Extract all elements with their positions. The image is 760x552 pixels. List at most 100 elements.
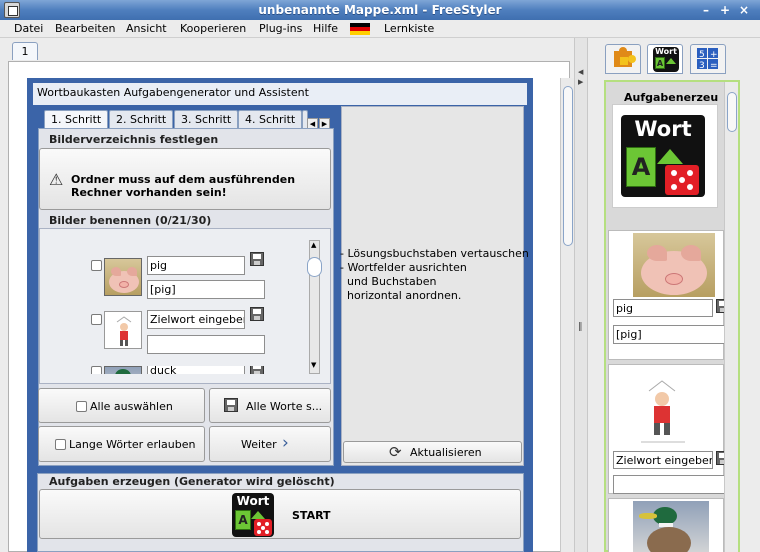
generate-group-title: Aufgaben erzeugen (Generator wird gelösc… [49,475,335,488]
menu-lernkiste[interactable]: Lernkiste [384,22,434,35]
menu-hilfe[interactable]: Hilfe [313,22,338,35]
choose-directory-button[interactable]: ⚠ Ordner muss auf dem ausführenden Rechn… [39,148,331,210]
pig-checkbox[interactable] [91,260,102,271]
refresh-label: Aktualisieren [410,446,482,459]
maximize-icon[interactable]: + [717,2,733,18]
dir-group-title: Bilderverzeichnis festlegen [49,133,219,146]
title-bar: unbenannte Mappe.xml - FreeStyler – + × [0,0,760,20]
german-flag-icon[interactable] [350,23,370,35]
sidebar-pig-tagged-field[interactable]: [pig] [613,325,724,344]
duck-save-icon[interactable] [250,366,264,374]
window-title: unbenannte Mappe.xml - FreeStyler [258,3,502,17]
sidebar-pig-word-field[interactable]: pig [613,299,713,317]
note-line-1: - Lösungsbuchstaben vertauschen [340,247,529,260]
sidebar-pig-save-icon[interactable] [716,299,724,313]
folder-warning-icon: ⚠ [49,170,64,189]
select-all-checkbox[interactable] [76,401,87,412]
tab-step-1[interactable]: 1. Schritt [44,110,109,128]
sidebar-figure-drawing-icon [641,380,685,443]
select-all-button[interactable]: Alle auswählen [38,388,205,423]
canvas-scrollbar[interactable] [560,78,574,552]
figure-drawing-icon [116,316,132,346]
pig-thumbnail [104,258,142,296]
figure-thumbnail [104,311,142,349]
close-icon[interactable]: × [736,2,752,18]
pig-tagged-field[interactable]: [pig] [147,280,265,299]
refresh-button[interactable]: ⟳ Aktualisieren [343,441,522,463]
tab-step-4[interactable]: 4. Schritt [238,110,303,128]
menu-datei[interactable]: Datei [14,22,43,35]
tab-puzzle[interactable] [605,44,641,74]
long-words-button[interactable]: Lange Wörter erlauben [38,426,205,462]
long-words-label: Lange Wörter erlauben [69,438,196,451]
image-list [39,228,331,384]
wort-tab-icon: Wort A [653,47,679,72]
tab-step-3[interactable]: 3. Schritt [174,110,239,128]
panel-title: Wortbaukasten Aufgabengenerator und Assi… [33,83,527,105]
dir-message-line1: Ordner muss auf dem ausführenden [71,173,296,186]
pig-word-field[interactable]: pig [147,256,245,275]
logo-letter: A [235,510,251,530]
menu-bearbeiten[interactable]: Bearbeiten [55,22,115,35]
duck-thumbnail [104,366,142,374]
start-button[interactable]: Wort A START [39,489,521,539]
menu-ansicht[interactable]: Ansicht [126,22,167,35]
tab-wortbaukasten[interactable]: Wort A [647,44,683,74]
note-line-2: - Wortfelder ausrichten [340,261,467,274]
puzzle-icon [614,47,636,67]
tab-step-2[interactable]: 2. Schritt [109,110,174,128]
sidebar-duck-item[interactable] [608,498,724,552]
figure-tagged-field[interactable] [147,335,265,354]
splitter-grip-icon[interactable]: ‖ [578,322,583,332]
menu-bar: Datei Bearbeiten Ansicht Kooperieren Plu… [0,20,760,38]
save-all-icon [224,398,238,412]
sidebar-pig-image [633,233,715,297]
collapse-left-icon[interactable]: ◀ [578,68,583,76]
long-words-checkbox[interactable] [55,439,66,450]
save-all-words-button[interactable]: Alle Worte s... [209,388,331,423]
panel-splitter[interactable]: ◀ ▶ ‖ [574,38,588,552]
sidebar-list-viewport: Aufgabenerzeu Wort A pig [pig] Zielwort … [608,82,724,552]
names-group-title: Bilder benennen (0/21/30) [49,214,212,227]
list-scroll-up-icon[interactable]: ▲ [311,241,316,249]
pig-save-icon[interactable] [250,252,264,266]
dir-message-line2: Rechner vorhanden sein! [71,186,227,199]
refresh-icon: ⟳ [389,443,402,461]
sidebar-pig-item[interactable]: pig [pig] [608,230,724,360]
duck-row-clip: duck [88,366,308,374]
svg-text:+: + [710,50,718,60]
list-scroll-down-icon[interactable]: ▼ [311,361,316,369]
sidebar-figure-tagged-field[interactable] [613,475,724,494]
menu-kooperieren[interactable]: Kooperieren [180,22,246,35]
figure-save-icon[interactable] [250,307,264,321]
sidebar-scroll-thumb[interactable] [727,92,737,132]
svg-text:=: = [710,61,718,71]
sidebar-figure-item[interactable]: Zielwort eingeben [608,364,724,494]
next-button[interactable]: Weiter › [209,426,331,462]
minimize-icon[interactable]: – [698,2,714,18]
tab-math[interactable]: 5 + 3 = [690,44,726,74]
document-tab-1[interactable]: 1 [12,42,38,60]
chevron-right-icon: › [282,433,289,453]
list-scroll-thumb[interactable] [307,257,322,277]
sidebar-generator-item[interactable]: Wort A [612,104,718,208]
canvas-scroll-thumb[interactable] [563,86,573,246]
sidebar-figure-word-field[interactable]: Zielwort eingeben [613,451,713,469]
duck-word-field[interactable]: duck [147,366,245,374]
sidebar-figure-save-icon[interactable] [716,451,724,465]
sidebar-duck-image [633,501,709,552]
figure-word-field[interactable]: Zielwort eingeben [147,310,245,329]
logo-word: Wort [236,494,270,508]
image-list-scrollbar[interactable]: ▲ ▼ [307,240,322,374]
svg-text:5: 5 [699,50,705,60]
menu-plugins[interactable]: Plug-ins [259,22,302,35]
note-line-4: horizontal anordnen. [340,289,462,302]
next-label: Weiter [241,438,277,451]
document-tabstrip: 1 [0,38,578,62]
wort-logo-large-icon: Wort A [621,115,705,197]
duck-checkbox[interactable] [91,366,102,374]
collapse-right-icon[interactable]: ▶ [578,78,583,86]
sidebar-scrollbar[interactable] [724,82,738,552]
start-label: START [292,509,331,522]
figure-checkbox[interactable] [91,314,102,325]
